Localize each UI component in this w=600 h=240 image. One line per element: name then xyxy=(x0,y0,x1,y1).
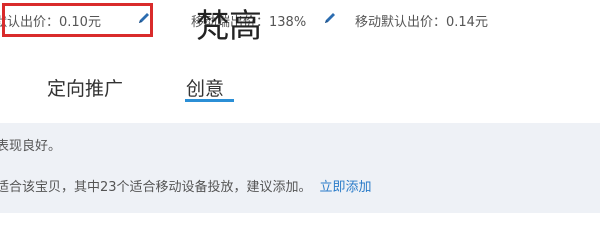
notice-panel: 表现良好。 适合该宝贝，其中23个适合移动设备投放，建议添加。 立即添加 xyxy=(0,123,600,213)
tab-targeted-promotion[interactable]: 定向推广 xyxy=(47,74,123,101)
notice-line-suggestion: 适合该宝贝，其中23个适合移动设备投放，建议添加。 立即添加 xyxy=(0,176,372,195)
edit-mobile-ratio-pencil-icon[interactable] xyxy=(323,10,337,24)
mobile-default-bid-label: 移动默认出价：0.14元 xyxy=(355,15,488,30)
bid-settings-bar: 默认出价：0.10元 移动端出价：138% 移动默认出价：0.14元 梵高 xyxy=(0,0,600,45)
overlay-title: 梵高 xyxy=(196,6,262,45)
add-now-link[interactable]: 立即添加 xyxy=(320,180,372,195)
red-highlight-box xyxy=(2,3,153,37)
active-tab-underline xyxy=(185,99,234,102)
tab-bar: 定向推广 创意 xyxy=(0,62,600,112)
notice-line-performance: 表现良好。 xyxy=(0,139,62,154)
tab-creative[interactable]: 创意 xyxy=(186,74,224,101)
suggestion-text: 适合该宝贝，其中23个适合移动设备投放，建议添加。 xyxy=(0,180,312,195)
